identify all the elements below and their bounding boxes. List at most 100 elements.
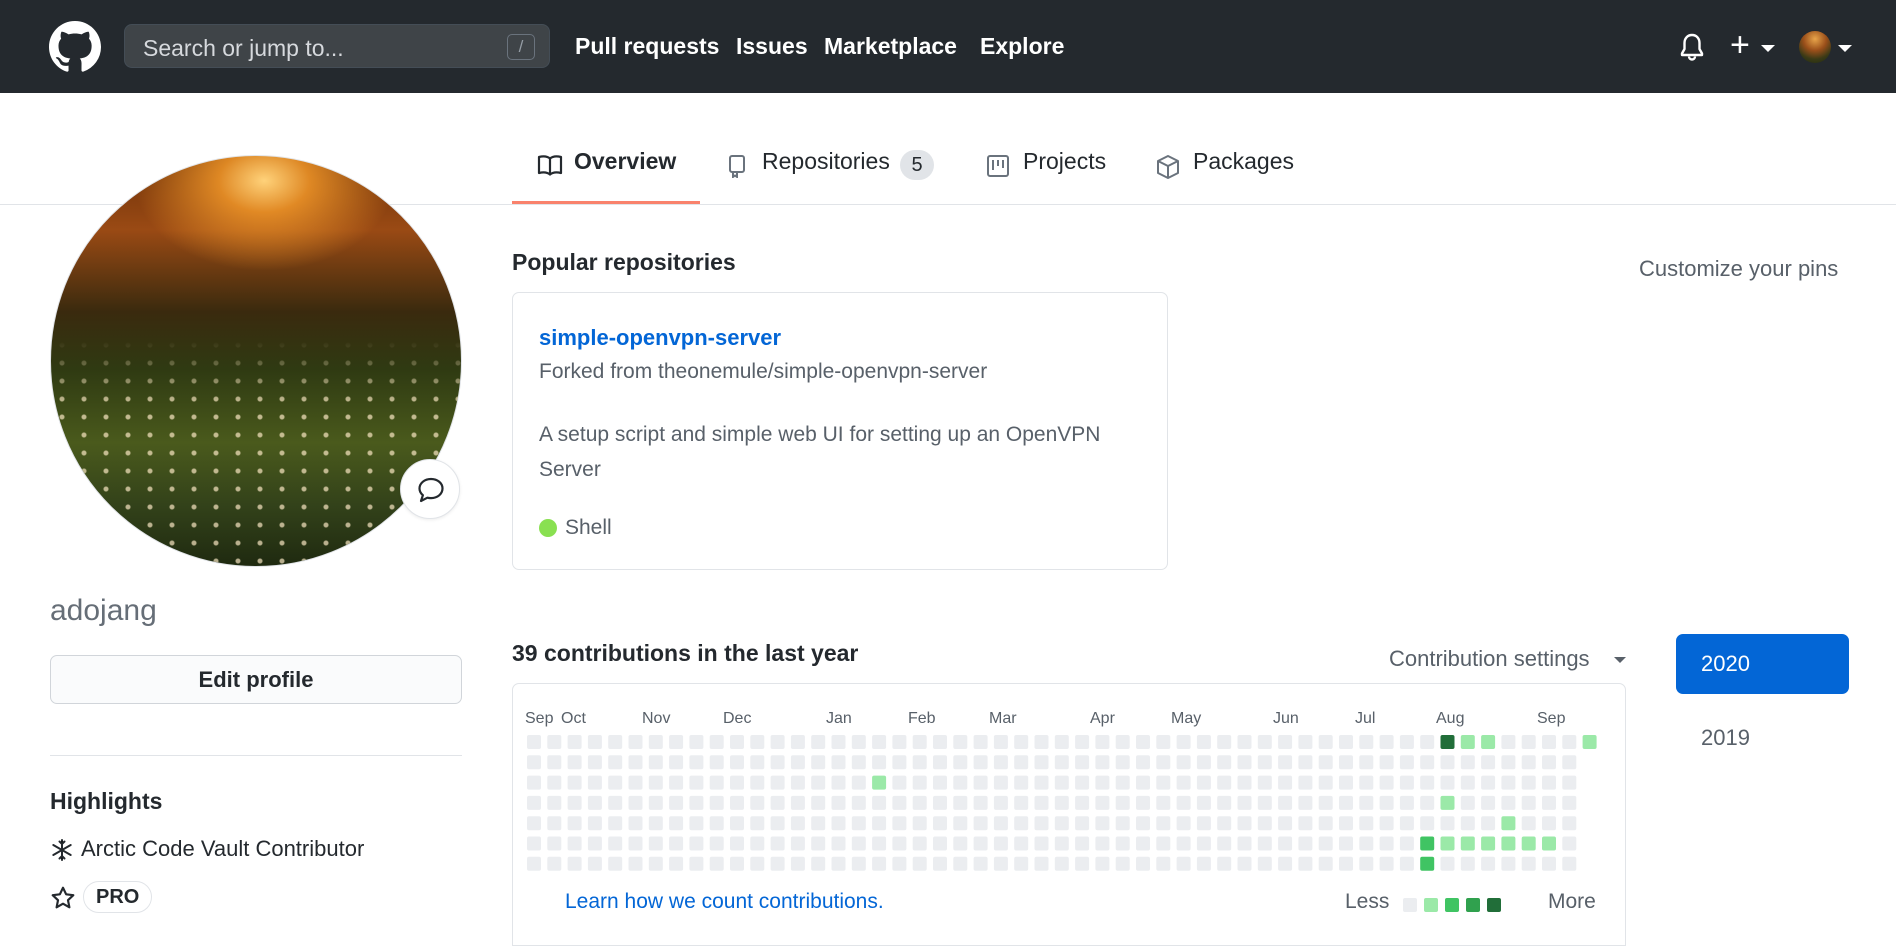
contribution-day[interactable] bbox=[851, 795, 866, 810]
contribution-day[interactable] bbox=[1298, 816, 1313, 831]
contribution-day[interactable] bbox=[1359, 856, 1374, 871]
contribution-day[interactable] bbox=[1115, 836, 1130, 851]
contribution-day[interactable] bbox=[587, 816, 602, 831]
contribution-day[interactable] bbox=[1095, 775, 1110, 790]
contribution-day[interactable] bbox=[1562, 836, 1577, 851]
contribution-settings-dropdown[interactable]: Contribution settings bbox=[1389, 646, 1590, 672]
contribution-day[interactable] bbox=[831, 775, 846, 790]
contribution-day[interactable] bbox=[1420, 856, 1435, 871]
contribution-day[interactable] bbox=[1217, 755, 1232, 770]
contribution-day[interactable] bbox=[547, 795, 562, 810]
contribution-day[interactable] bbox=[1054, 735, 1069, 749]
contribution-day[interactable] bbox=[1399, 816, 1414, 831]
contribution-day[interactable] bbox=[1156, 775, 1171, 790]
contribution-day[interactable] bbox=[1298, 735, 1313, 749]
contribution-day[interactable] bbox=[1440, 856, 1455, 871]
contribution-day[interactable] bbox=[1521, 795, 1536, 810]
contribution-day[interactable] bbox=[1440, 836, 1455, 851]
contribution-day[interactable] bbox=[567, 816, 582, 831]
contribution-day[interactable] bbox=[1318, 816, 1333, 831]
contribution-day[interactable] bbox=[1196, 775, 1211, 790]
bell-icon[interactable] bbox=[1680, 33, 1704, 66]
contribution-day[interactable] bbox=[1359, 795, 1374, 810]
contribution-day[interactable] bbox=[1237, 735, 1252, 749]
contribution-day[interactable] bbox=[1460, 836, 1475, 851]
contribution-day[interactable] bbox=[1501, 856, 1516, 871]
contribution-day[interactable] bbox=[831, 755, 846, 770]
contribution-day[interactable] bbox=[1420, 735, 1435, 749]
edit-profile-button[interactable]: Edit profile bbox=[50, 655, 462, 704]
contribution-day[interactable] bbox=[689, 836, 704, 851]
contribution-day[interactable] bbox=[648, 755, 663, 770]
contribution-day[interactable] bbox=[912, 775, 927, 790]
contribution-day[interactable] bbox=[953, 856, 968, 871]
contribution-day[interactable] bbox=[689, 795, 704, 810]
repo-name-link[interactable]: simple-openvpn-server bbox=[539, 325, 781, 351]
contribution-day[interactable] bbox=[587, 735, 602, 749]
contribution-day[interactable] bbox=[1298, 836, 1313, 851]
contribution-day[interactable] bbox=[1481, 755, 1496, 770]
contribution-day[interactable] bbox=[851, 836, 866, 851]
contribution-day[interactable] bbox=[730, 836, 744, 851]
contribution-day[interactable] bbox=[1136, 775, 1150, 790]
contribution-day[interactable] bbox=[1217, 816, 1232, 831]
contribution-day[interactable] bbox=[547, 856, 562, 871]
learn-contributions-link[interactable]: Learn how we count contributions. bbox=[565, 890, 884, 914]
contribution-day[interactable] bbox=[1014, 816, 1029, 831]
contribution-day[interactable] bbox=[1521, 856, 1536, 871]
contribution-day[interactable] bbox=[1054, 856, 1069, 871]
contribution-day[interactable] bbox=[648, 816, 663, 831]
contribution-day[interactable] bbox=[892, 735, 907, 749]
contribution-day[interactable] bbox=[993, 755, 1008, 770]
contribution-day[interactable] bbox=[1075, 816, 1090, 831]
contribution-day[interactable] bbox=[1521, 735, 1536, 749]
contribution-day[interactable] bbox=[608, 775, 623, 790]
contribution-day[interactable] bbox=[1237, 856, 1252, 871]
contribution-day[interactable] bbox=[730, 735, 744, 749]
contribution-day[interactable] bbox=[1440, 735, 1455, 749]
contribution-day[interactable] bbox=[628, 775, 643, 790]
contribution-day[interactable] bbox=[628, 755, 643, 770]
contribution-day[interactable] bbox=[892, 755, 907, 770]
nav-explore[interactable]: Explore bbox=[980, 33, 1064, 60]
contribution-day[interactable] bbox=[933, 856, 947, 871]
contribution-day[interactable] bbox=[730, 775, 744, 790]
contribution-day[interactable] bbox=[648, 795, 663, 810]
contribution-day[interactable] bbox=[1196, 795, 1211, 810]
contribution-day[interactable] bbox=[608, 735, 623, 749]
contribution-day[interactable] bbox=[1562, 775, 1577, 790]
contribution-day[interactable] bbox=[1460, 755, 1475, 770]
contribution-day[interactable] bbox=[1582, 735, 1597, 749]
contribution-day[interactable] bbox=[1562, 795, 1577, 810]
contribution-day[interactable] bbox=[1034, 836, 1049, 851]
contribution-day[interactable] bbox=[993, 836, 1008, 851]
contribution-day[interactable] bbox=[1014, 755, 1029, 770]
contribution-day[interactable] bbox=[1176, 856, 1191, 871]
contribution-day[interactable] bbox=[1257, 755, 1272, 770]
contribution-day[interactable] bbox=[750, 755, 765, 770]
contribution-day[interactable] bbox=[1379, 816, 1394, 831]
contribution-day[interactable] bbox=[912, 856, 927, 871]
contribution-day[interactable] bbox=[1339, 856, 1353, 871]
contribution-day[interactable] bbox=[1176, 836, 1191, 851]
contribution-day[interactable] bbox=[730, 816, 744, 831]
contribution-day[interactable] bbox=[851, 775, 866, 790]
contribution-day[interactable] bbox=[1501, 755, 1516, 770]
contribution-day[interactable] bbox=[587, 856, 602, 871]
contribution-day[interactable] bbox=[730, 856, 744, 871]
contribution-day[interactable] bbox=[1034, 816, 1049, 831]
contribution-day[interactable] bbox=[527, 856, 541, 871]
contribution-day[interactable] bbox=[1399, 795, 1414, 810]
contribution-day[interactable] bbox=[1501, 836, 1516, 851]
contribution-day[interactable] bbox=[709, 816, 724, 831]
contribution-day[interactable] bbox=[608, 755, 623, 770]
contribution-day[interactable] bbox=[1257, 836, 1272, 851]
contribution-day[interactable] bbox=[547, 775, 562, 790]
contribution-day[interactable] bbox=[669, 816, 684, 831]
contribution-day[interactable] bbox=[1196, 816, 1211, 831]
contribution-day[interactable] bbox=[892, 836, 907, 851]
contribution-day[interactable] bbox=[567, 795, 582, 810]
contribution-day[interactable] bbox=[973, 755, 988, 770]
contribution-day[interactable] bbox=[1136, 735, 1150, 749]
contribution-day[interactable] bbox=[1136, 836, 1150, 851]
